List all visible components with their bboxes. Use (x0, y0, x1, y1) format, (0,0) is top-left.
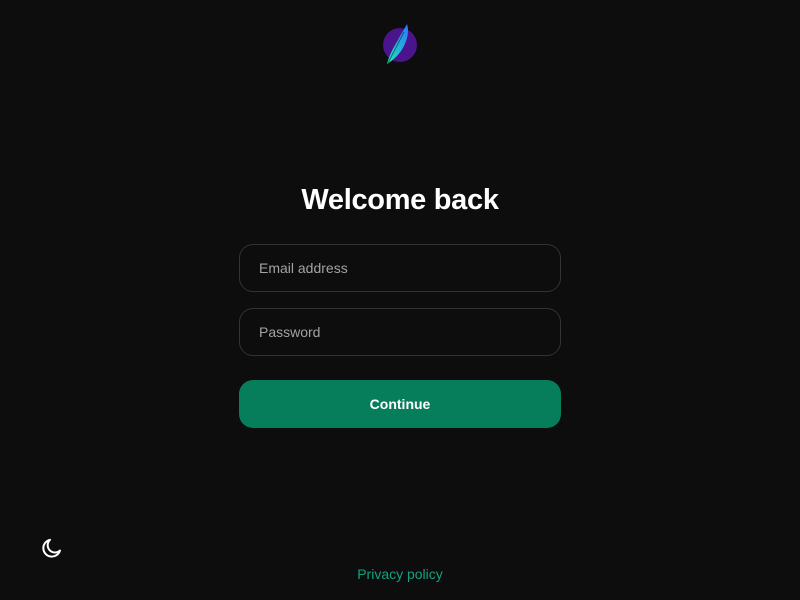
page-title: Welcome back (301, 184, 499, 216)
continue-button[interactable]: Continue (239, 380, 561, 428)
theme-toggle-button[interactable] (38, 534, 66, 562)
email-field[interactable] (239, 244, 561, 292)
privacy-policy-link[interactable]: Privacy policy (0, 566, 800, 582)
password-field[interactable] (239, 308, 561, 356)
moon-icon (42, 538, 61, 558)
login-page: Welcome back Continue Privacy policy (0, 0, 800, 600)
feather-logo-icon (380, 22, 420, 66)
